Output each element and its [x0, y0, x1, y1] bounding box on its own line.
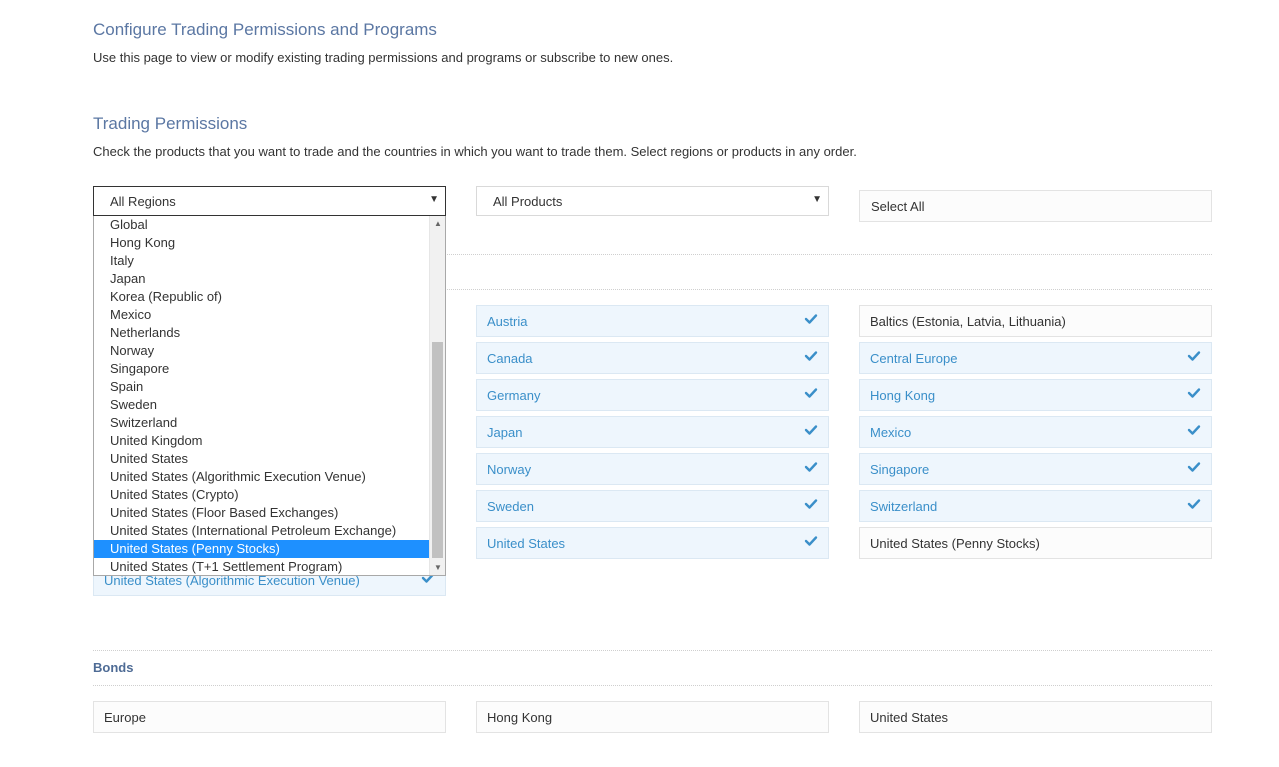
tile-label: Central Europe: [870, 351, 958, 366]
tile-label: United States (Penny Stocks): [870, 536, 1040, 551]
bonds-title: Bonds: [93, 660, 134, 675]
check-icon: [804, 499, 818, 509]
page-subtitle: Use this page to view or modify existing…: [93, 50, 674, 65]
stock-tile-singapore[interactable]: Singapore: [859, 453, 1212, 485]
region-option[interactable]: United States (T+1 Settlement Program): [94, 558, 429, 575]
tile-label: Canada: [487, 351, 533, 366]
tile-label: Hong Kong: [870, 388, 936, 403]
caret-down-icon: ▼: [429, 194, 439, 205]
tile-label: Germany: [487, 388, 541, 403]
bond-tile-united-states[interactable]: United States: [859, 701, 1212, 733]
bond-tile-hong-kong[interactable]: Hong Kong: [476, 701, 829, 733]
regions-options: Global Hong Kong Italy Japan Korea (Repu…: [94, 216, 429, 575]
region-option[interactable]: Italy: [94, 252, 429, 270]
stock-tile-baltics[interactable]: Baltics (Estonia, Latvia, Lithuania): [859, 305, 1212, 337]
tile-label: Hong Kong: [487, 710, 553, 725]
divider: [93, 685, 1212, 686]
tile-label: Switzerland: [870, 499, 938, 514]
select-all-button[interactable]: Select All: [859, 190, 1212, 222]
regions-select[interactable]: All Regions ▼: [93, 186, 446, 216]
tile-label: Japan: [487, 425, 523, 440]
stock-tile-united-states-penny-stocks[interactable]: United States (Penny Stocks): [859, 527, 1212, 559]
region-option[interactable]: Korea (Republic of): [94, 288, 429, 306]
stock-tile-japan[interactable]: Japan: [476, 416, 829, 448]
products-select-value: All Products: [493, 194, 563, 209]
stock-tile-austria[interactable]: Austria: [476, 305, 829, 337]
tile-label: Norway: [487, 462, 532, 477]
check-icon: [804, 425, 818, 435]
trading-permissions-title: Trading Permissions: [93, 114, 248, 133]
stock-tile-sweden[interactable]: Sweden: [476, 490, 829, 522]
region-option[interactable]: Mexico: [94, 306, 429, 324]
check-icon: [804, 351, 818, 361]
region-option[interactable]: Norway: [94, 342, 429, 360]
stock-tile-norway[interactable]: Norway: [476, 453, 829, 485]
region-option[interactable]: Switzerland: [94, 414, 429, 432]
region-option-highlighted[interactable]: United States (Penny Stocks): [94, 540, 429, 558]
scroll-up-arrow-icon[interactable]: ▲: [430, 216, 445, 232]
tile-label: Sweden: [487, 499, 534, 514]
stock-tile-canada[interactable]: Canada: [476, 342, 829, 374]
divider: [93, 650, 1212, 651]
scroll-down-arrow-icon[interactable]: ▼: [430, 560, 445, 575]
tile-label: Austria: [487, 314, 528, 329]
stock-tile-mexico[interactable]: Mexico: [859, 416, 1212, 448]
check-icon: [804, 388, 818, 398]
stock-tile-germany[interactable]: Germany: [476, 379, 829, 411]
check-icon: [804, 314, 818, 324]
tile-label: United States: [487, 536, 566, 551]
region-option[interactable]: Spain: [94, 378, 429, 396]
region-option[interactable]: United States (Crypto): [94, 486, 429, 504]
products-select[interactable]: All Products ▼: [476, 186, 829, 216]
tile-label: Baltics (Estonia, Latvia, Lithuania): [870, 314, 1066, 329]
dropdown-scrollbar[interactable]: ▲ ▼: [429, 216, 445, 575]
check-icon: [804, 462, 818, 472]
region-option[interactable]: United Kingdom: [94, 432, 429, 450]
tile-label: United States: [870, 710, 949, 725]
stock-tile-switzerland[interactable]: Switzerland: [859, 490, 1212, 522]
stock-tile-central-europe[interactable]: Central Europe: [859, 342, 1212, 374]
check-icon: [1187, 351, 1201, 361]
check-icon: [1187, 499, 1201, 509]
check-icon: [1187, 462, 1201, 472]
region-option[interactable]: Global: [94, 216, 429, 234]
region-option[interactable]: United States (Algorithmic Execution Ven…: [94, 468, 429, 486]
check-icon: [804, 536, 818, 546]
caret-down-icon: ▼: [812, 194, 822, 205]
regions-select-value: All Regions: [110, 194, 176, 209]
page-title: Configure Trading Permissions and Progra…: [93, 20, 437, 39]
region-option[interactable]: Japan: [94, 270, 429, 288]
tile-label: Europe: [104, 710, 146, 725]
region-option[interactable]: Singapore: [94, 360, 429, 378]
stock-tile-united-states[interactable]: United States: [476, 527, 829, 559]
region-option[interactable]: United States: [94, 450, 429, 468]
region-option[interactable]: Hong Kong: [94, 234, 429, 252]
region-option[interactable]: Sweden: [94, 396, 429, 414]
trading-permissions-subtitle: Check the products that you want to trad…: [93, 144, 857, 159]
regions-dropdown-list[interactable]: Global Hong Kong Italy Japan Korea (Repu…: [93, 216, 446, 576]
scroll-thumb[interactable]: [432, 342, 443, 558]
bond-tile-europe[interactable]: Europe: [93, 701, 446, 733]
check-icon: [1187, 425, 1201, 435]
region-option[interactable]: United States (Floor Based Exchanges): [94, 504, 429, 522]
tile-label: Mexico: [870, 425, 912, 440]
stock-tile-hong-kong[interactable]: Hong Kong: [859, 379, 1212, 411]
region-option[interactable]: Netherlands: [94, 324, 429, 342]
tile-label: Singapore: [870, 462, 930, 477]
check-icon: [1187, 388, 1201, 398]
region-option[interactable]: United States (International Petroleum E…: [94, 522, 429, 540]
